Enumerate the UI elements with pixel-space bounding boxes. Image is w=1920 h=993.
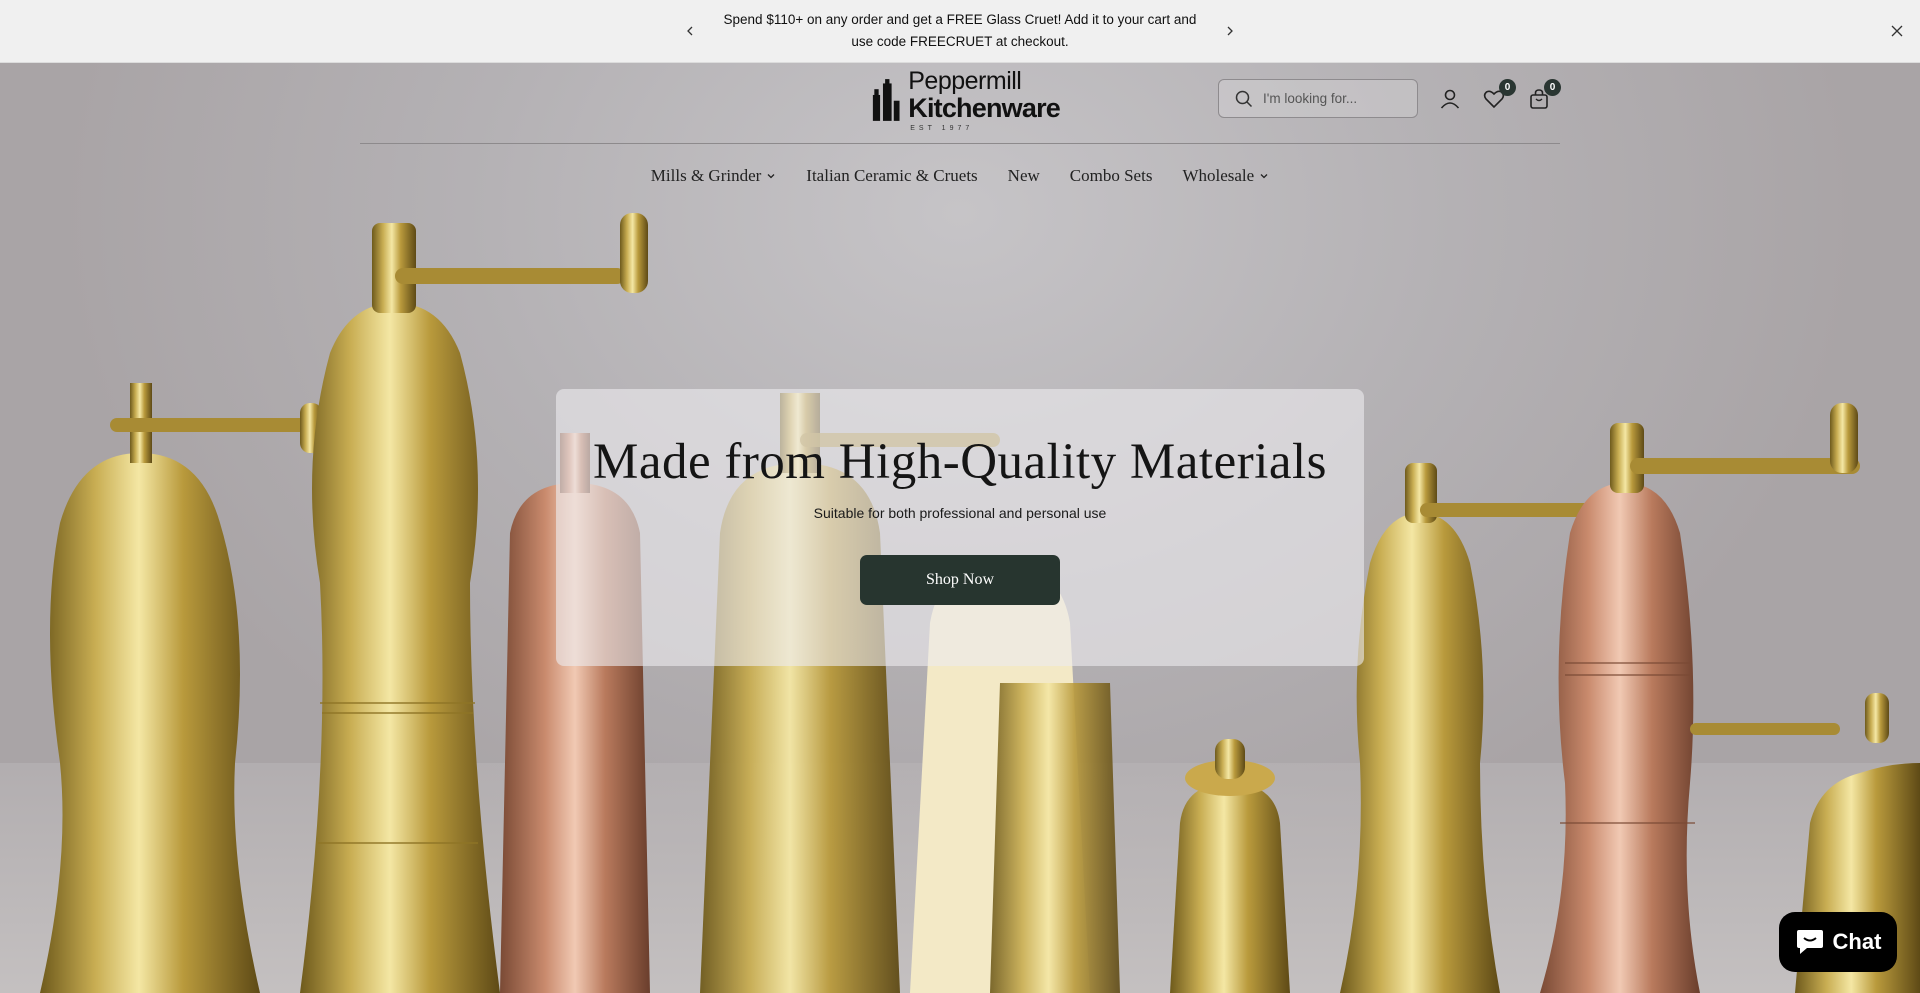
announcement-text: Spend $110+ on any order and get a FREE … xyxy=(723,12,1197,49)
hero-card: Made from High-Quality Materials Suitabl… xyxy=(556,389,1364,666)
hero-subtitle: Suitable for both professional and perso… xyxy=(813,505,1107,521)
cart-button[interactable]: 0 xyxy=(1527,79,1561,111)
nav-item-label: Italian Ceramic & Cruets xyxy=(806,166,978,185)
logo-line-3: EST 1977 xyxy=(910,124,974,132)
chevron-right-icon xyxy=(1227,26,1233,36)
nav-item-label: Combo Sets xyxy=(1069,166,1153,185)
chevron-down-icon xyxy=(767,174,775,179)
shop-now-button[interactable]: Shop Now xyxy=(860,555,1060,605)
search-box[interactable] xyxy=(1218,79,1418,118)
announcement-close-button[interactable] xyxy=(1886,20,1908,42)
hero-title: Made from High-Quality Materials xyxy=(592,434,1328,490)
account-icon xyxy=(1440,89,1460,109)
peppermill-logo-icon xyxy=(872,79,900,121)
site-header: Peppermill Kitchenware EST 1977 0 0 xyxy=(0,63,1920,213)
chat-button[interactable]: Chat xyxy=(1779,912,1897,972)
nav-item-combo-sets[interactable]: Combo Sets xyxy=(1070,166,1153,186)
main-nav: Mills & Grinder Italian Ceramic & Cruets… xyxy=(0,161,1920,191)
announcement-next-button[interactable] xyxy=(1219,20,1241,42)
search-input[interactable] xyxy=(1263,91,1403,106)
chevron-left-icon xyxy=(687,26,693,36)
nav-item-label: Wholesale xyxy=(1182,166,1255,185)
wishlist-button[interactable]: 0 xyxy=(1482,79,1516,111)
search-icon xyxy=(1235,90,1253,107)
close-icon xyxy=(1891,25,1903,37)
nav-item-mills-grinder[interactable]: Mills & Grinder xyxy=(651,166,777,186)
nav-item-italian-ceramic-cruets[interactable]: Italian Ceramic & Cruets xyxy=(806,166,977,186)
cart-count-badge: 0 xyxy=(1544,79,1561,96)
header-divider xyxy=(360,143,1560,144)
nav-item-label: Mills & Grinder xyxy=(650,166,762,185)
site-logo[interactable]: Peppermill Kitchenware EST 1977 xyxy=(870,66,1061,132)
announcement-bar: Spend $110+ on any order and get a FREE … xyxy=(0,0,1920,63)
account-button[interactable] xyxy=(1438,87,1462,111)
chat-label: Chat xyxy=(1832,929,1882,954)
nav-item-new[interactable]: New xyxy=(1008,166,1040,186)
wishlist-count-badge: 0 xyxy=(1499,79,1516,96)
logo-line-1: Peppermill xyxy=(908,66,1022,95)
announcement-prev-button[interactable] xyxy=(679,20,701,42)
chevron-down-icon xyxy=(1260,174,1268,179)
logo-line-2: Kitchenware xyxy=(908,92,1061,123)
nav-item-wholesale[interactable]: Wholesale xyxy=(1182,166,1269,186)
chat-bubble-icon xyxy=(1796,930,1823,954)
nav-item-label: New xyxy=(1007,166,1040,185)
